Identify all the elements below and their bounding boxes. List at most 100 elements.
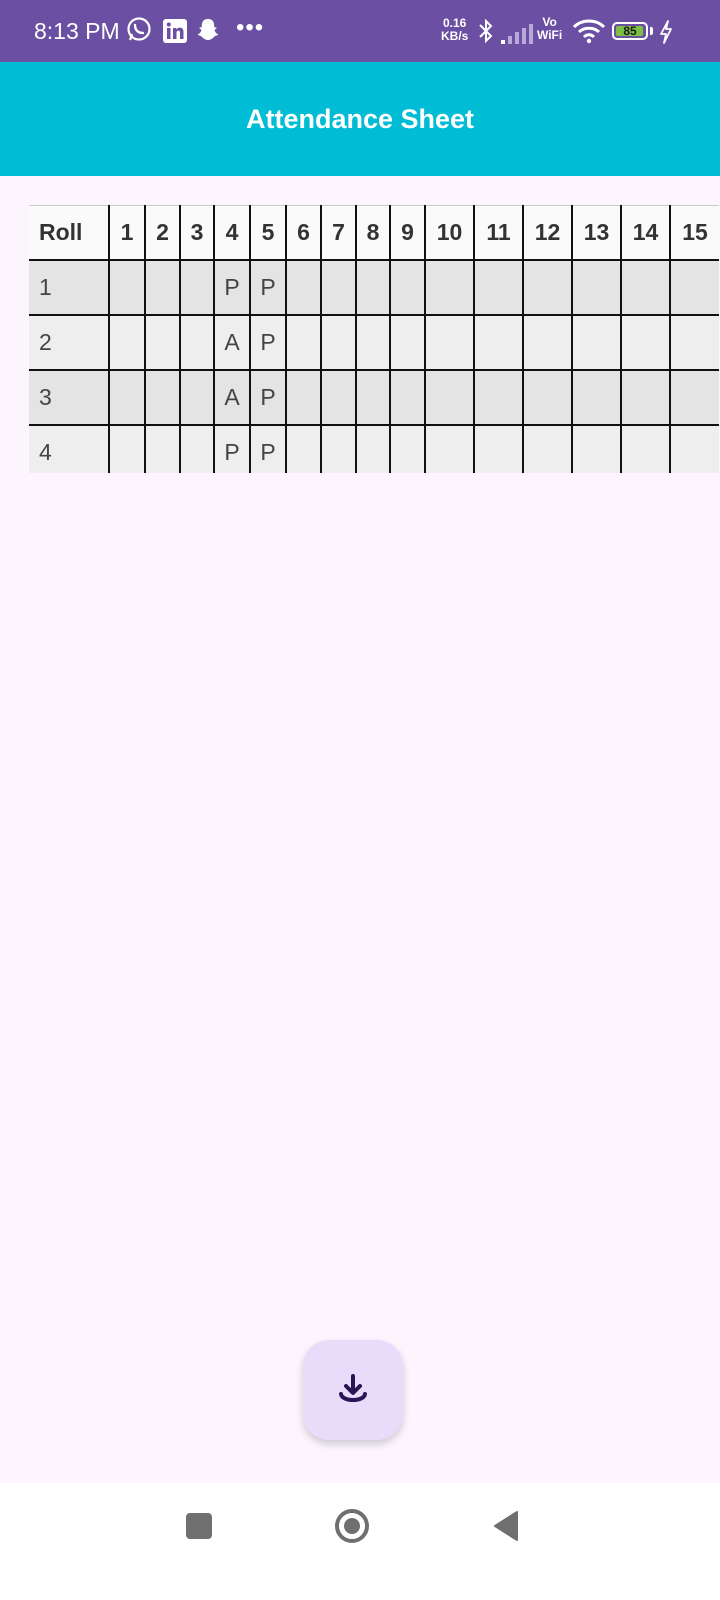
attendance-cell[interactable]: [522, 314, 572, 370]
status-time: 8:13 PM: [34, 18, 120, 44]
attendance-cell[interactable]: [424, 259, 474, 315]
attendance-cell[interactable]: [620, 369, 670, 425]
table-header-row: Roll 1 2 3 4 5 6 7 8 9 10 11 12 13 14 15: [29, 205, 719, 260]
table-row: 3 A P: [29, 369, 719, 425]
header-day: 8: [355, 205, 390, 260]
attendance-cell[interactable]: [320, 314, 356, 370]
table-row: 1 P P: [29, 259, 719, 315]
attendance-cell[interactable]: [571, 424, 621, 473]
attendance-cell[interactable]: [669, 259, 719, 315]
attendance-cell[interactable]: [144, 314, 180, 370]
header-day: 10: [424, 205, 474, 260]
status-bar: 8:13 PM ••• 0.16 KB/s Vo WiFi 85: [0, 0, 720, 62]
battery-level: 85: [623, 24, 637, 38]
network-speed: 0.16 KB/s: [441, 16, 469, 43]
attendance-table: Roll 1 2 3 4 5 6 7 8 9 10 11 12 13 14 15…: [29, 205, 719, 473]
header-day: 9: [389, 205, 425, 260]
header-day: 14: [620, 205, 670, 260]
attendance-cell[interactable]: [285, 314, 321, 370]
attendance-cell[interactable]: [355, 314, 390, 370]
attendance-cell[interactable]: [285, 259, 321, 315]
home-circle-icon[interactable]: [334, 1508, 370, 1544]
attendance-cell[interactable]: [144, 259, 180, 315]
attendance-cell[interactable]: [108, 369, 145, 425]
recents-square-icon[interactable]: [186, 1513, 212, 1539]
vowifi-indicator: Vo WiFi: [537, 15, 563, 42]
attendance-cell[interactable]: [389, 259, 425, 315]
charging-icon: [660, 20, 672, 44]
attendance-cell[interactable]: [108, 259, 145, 315]
attendance-cell[interactable]: [179, 424, 214, 473]
attendance-cell[interactable]: [522, 424, 572, 473]
roll-cell: 2: [29, 314, 109, 370]
attendance-cell[interactable]: [285, 369, 321, 425]
attendance-cell[interactable]: [522, 369, 572, 425]
attendance-cell[interactable]: P: [249, 314, 286, 370]
download-button[interactable]: [303, 1340, 403, 1440]
attendance-cell[interactable]: [179, 259, 214, 315]
attendance-cell[interactable]: [620, 424, 670, 473]
app-bar: Attendance Sheet: [0, 62, 720, 176]
wifi-icon: [572, 19, 606, 44]
attendance-cell[interactable]: [669, 314, 719, 370]
header-day: 12: [522, 205, 572, 260]
attendance-cell[interactable]: [355, 424, 390, 473]
attendance-cell[interactable]: [571, 259, 621, 315]
attendance-cell[interactable]: [108, 424, 145, 473]
attendance-cell[interactable]: [285, 424, 321, 473]
attendance-cell[interactable]: P: [249, 259, 286, 315]
attendance-cell[interactable]: [389, 314, 425, 370]
battery-icon: 85: [612, 22, 648, 40]
attendance-cell[interactable]: [473, 314, 523, 370]
attendance-cell[interactable]: [320, 369, 356, 425]
attendance-cell[interactable]: [620, 259, 670, 315]
header-roll: Roll: [29, 205, 109, 260]
attendance-cell[interactable]: [473, 369, 523, 425]
attendance-cell[interactable]: [424, 369, 474, 425]
attendance-cell[interactable]: [669, 424, 719, 473]
attendance-cell[interactable]: P: [213, 259, 250, 315]
header-day: 13: [571, 205, 621, 260]
attendance-cell[interactable]: A: [213, 314, 250, 370]
header-day: 6: [285, 205, 321, 260]
attendance-cell[interactable]: [389, 424, 425, 473]
attendance-cell[interactable]: [571, 314, 621, 370]
system-nav-bar: [0, 1483, 720, 1600]
back-triangle-icon[interactable]: [493, 1510, 519, 1542]
attendance-cell[interactable]: [571, 369, 621, 425]
header-day: 5: [249, 205, 286, 260]
more-notifications-icon: •••: [236, 14, 265, 41]
attendance-cell[interactable]: A: [213, 369, 250, 425]
attendance-cell[interactable]: P: [249, 424, 286, 473]
table-row: 2 A P: [29, 314, 719, 370]
attendance-cell[interactable]: [522, 259, 572, 315]
attendance-cell[interactable]: [179, 369, 214, 425]
header-day: 1: [108, 205, 145, 260]
header-day: 4: [213, 205, 250, 260]
attendance-table-scroll[interactable]: Roll 1 2 3 4 5 6 7 8 9 10 11 12 13 14 15…: [29, 205, 720, 473]
header-day: 2: [144, 205, 180, 260]
header-day: 3: [179, 205, 214, 260]
attendance-cell[interactable]: [179, 314, 214, 370]
linkedin-icon: [163, 19, 187, 43]
attendance-cell[interactable]: [355, 259, 390, 315]
attendance-cell[interactable]: [144, 424, 180, 473]
attendance-cell[interactable]: [424, 314, 474, 370]
attendance-cell[interactable]: P: [249, 369, 286, 425]
attendance-cell[interactable]: [389, 369, 425, 425]
header-day: 11: [473, 205, 523, 260]
attendance-cell[interactable]: [473, 259, 523, 315]
attendance-cell[interactable]: [144, 369, 180, 425]
table-row: 4 P P: [29, 424, 719, 473]
attendance-cell[interactable]: [320, 424, 356, 473]
roll-cell: 1: [29, 259, 109, 315]
attendance-cell[interactable]: [620, 314, 670, 370]
attendance-cell[interactable]: [320, 259, 356, 315]
attendance-cell[interactable]: [424, 424, 474, 473]
attendance-cell[interactable]: P: [213, 424, 250, 473]
signal-icon: [501, 24, 533, 44]
attendance-cell[interactable]: [108, 314, 145, 370]
attendance-cell[interactable]: [473, 424, 523, 473]
attendance-cell[interactable]: [355, 369, 390, 425]
attendance-cell[interactable]: [669, 369, 719, 425]
